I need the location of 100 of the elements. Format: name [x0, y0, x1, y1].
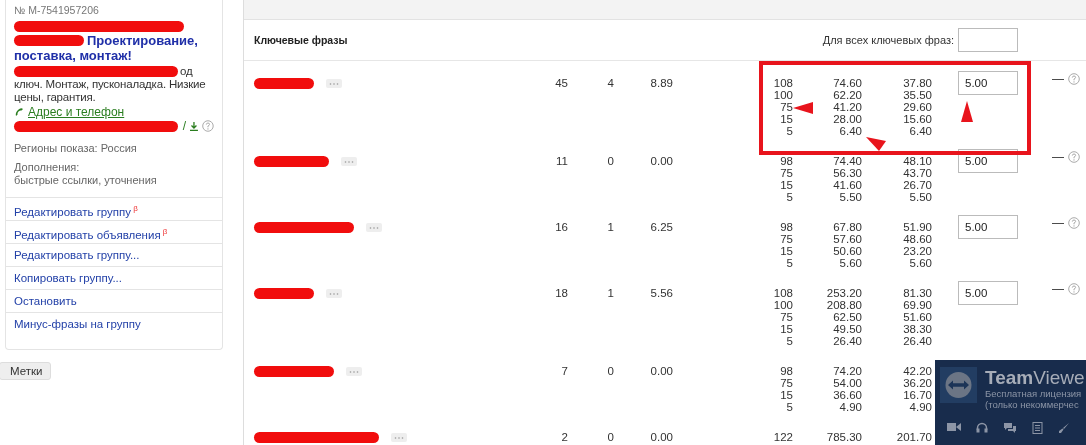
- ctr-cell-text: 0.00: [650, 365, 673, 379]
- bid-cell: 28.00: [833, 113, 862, 125]
- status-text: —: [1052, 73, 1064, 85]
- document-icon[interactable]: [1032, 422, 1043, 434]
- app-title: TeamViewe: [985, 368, 1085, 388]
- price-cell: 6.40: [909, 125, 932, 137]
- separator-text: /: [182, 119, 187, 133]
- bid-cell: 785.30: [826, 431, 862, 443]
- bid-cell: 26.40: [833, 335, 862, 347]
- ad-number: № M-7541957206: [14, 3, 100, 17]
- traffic-cell: 15: [780, 113, 793, 125]
- traffic-cell: 75: [780, 311, 793, 323]
- menu-link[interactable]: Редактировать объявления $^{β}$: [6, 220, 222, 243]
- brush-icon[interactable]: [1058, 422, 1070, 434]
- shows-cell-text: 18: [555, 287, 568, 301]
- price-cell: 29.60: [903, 101, 932, 113]
- bid-cell: 50.60: [833, 245, 862, 257]
- ad-text: ключ. Монтаж, пусконаладка. Низкие цены, гарантия.: [14, 78, 207, 104]
- chat-icon[interactable]: [1003, 422, 1017, 434]
- help-icon[interactable]: [1068, 73, 1080, 85]
- menu-link[interactable]: Редактировать группу $^{β}$: [6, 197, 222, 220]
- clicks-cell-text: 4: [607, 77, 614, 91]
- bid-field[interactable]: 5.00: [958, 71, 1018, 95]
- column-heading: Ключевые фразы: [254, 34, 349, 46]
- bid-field[interactable]: 5.00: [958, 215, 1018, 239]
- headset-icon[interactable]: [976, 422, 988, 434]
- price-cell: 16.70: [903, 389, 932, 401]
- price-cell: 51.60: [903, 311, 932, 323]
- bid-cell: 6.40: [839, 125, 862, 137]
- price-cell: 38.30: [903, 323, 932, 335]
- ad-title[interactable]: Проектирование, поставка, монтаж!: [14, 33, 214, 63]
- bid-cell: 74.20: [833, 365, 862, 377]
- traffic-cell: 15: [780, 245, 793, 257]
- arrow-marker: [961, 101, 973, 122]
- help-icon[interactable]: [1068, 151, 1080, 163]
- clicks-cell-text: 0: [607, 155, 614, 169]
- redaction-mark: [254, 77, 314, 89]
- shows-cell-text: 11: [556, 155, 568, 169]
- menu-link[interactable]: Остановить: [6, 289, 222, 312]
- ctr-cell-text: 8.89: [650, 77, 673, 91]
- status-text: —: [1052, 151, 1064, 163]
- regions-text: Регионы показа: Россия: [14, 141, 138, 155]
- price-cell: 23.20: [903, 245, 932, 257]
- menu-link[interactable]: Минус-фразы на группу: [6, 312, 222, 335]
- menu-link[interactable]: Копировать группу...: [6, 266, 222, 289]
- help-icon[interactable]: [202, 120, 214, 132]
- traffic-cell: 100: [773, 299, 793, 311]
- arrow-marker: [866, 137, 886, 151]
- more-icon[interactable]: [346, 366, 362, 376]
- bid-cell: 49.50: [833, 323, 862, 335]
- more-icon[interactable]: [326, 288, 342, 298]
- arrow-marker: [793, 102, 813, 114]
- traffic-cell: 15: [780, 179, 793, 191]
- bid-field[interactable]: 5.00: [958, 281, 1018, 305]
- phone-icon: [14, 106, 25, 118]
- bid-cell: 41.60: [833, 179, 862, 191]
- shows-cell-text: 16: [555, 221, 568, 235]
- bid-cell: 5.60: [839, 257, 862, 269]
- traffic-cell: 122: [773, 431, 793, 443]
- bid-cell: 54.00: [833, 377, 862, 389]
- price-cell: 51.90: [903, 221, 932, 233]
- bid-cell: 41.20: [833, 101, 862, 113]
- clicks-cell-text: 1: [607, 221, 614, 235]
- ctr-cell: 0.00: [650, 431, 673, 443]
- traffic-cell: 98: [780, 221, 793, 233]
- license-text: (только некоммерчес: [985, 399, 1080, 410]
- ad-text: од: [180, 65, 193, 77]
- redaction-mark: [254, 287, 314, 299]
- traffic-cell: 100: [773, 89, 793, 101]
- traffic-cell: 108: [773, 287, 793, 299]
- price-cell: 26.40: [903, 335, 932, 347]
- ctr-cell-text: 6.25: [650, 221, 673, 235]
- all-bid-field[interactable]: [958, 28, 1018, 52]
- price-cell: 5.50: [909, 191, 932, 203]
- camera-icon[interactable]: [947, 422, 961, 432]
- price-cell: 26.70: [903, 179, 932, 191]
- price-cell: 69.90: [903, 299, 932, 311]
- shows-cell-text: 7: [561, 365, 568, 379]
- help-icon[interactable]: [1068, 217, 1080, 229]
- redaction-mark: [14, 35, 84, 46]
- download-icon[interactable]: [189, 120, 200, 132]
- all-bid-label: Для всех ключевых фраз:: [822, 34, 954, 46]
- address-link[interactable]: Адрес и телефон: [28, 105, 125, 119]
- status-text: —: [1052, 217, 1064, 229]
- ctr-cell-text: 0.00: [650, 155, 673, 169]
- traffic-cell: 98: [780, 155, 793, 167]
- price-cell: 35.50: [903, 89, 932, 101]
- more-icon[interactable]: [341, 156, 357, 166]
- traffic-cell: 75: [780, 377, 793, 389]
- status-text: —: [1052, 283, 1064, 295]
- more-icon[interactable]: [366, 222, 382, 232]
- clicks-cell-text: 0: [607, 365, 614, 379]
- more-icon[interactable]: [326, 78, 342, 88]
- help-icon[interactable]: [1068, 283, 1080, 295]
- more-icon[interactable]: [391, 432, 407, 442]
- price-cell: 36.20: [903, 377, 932, 389]
- menu-link[interactable]: Редактировать группу...: [6, 243, 222, 266]
- tags-button[interactable]: Метки: [0, 362, 52, 380]
- bid-cell: 57.60: [833, 233, 862, 245]
- price-cell: 48.10: [903, 155, 932, 167]
